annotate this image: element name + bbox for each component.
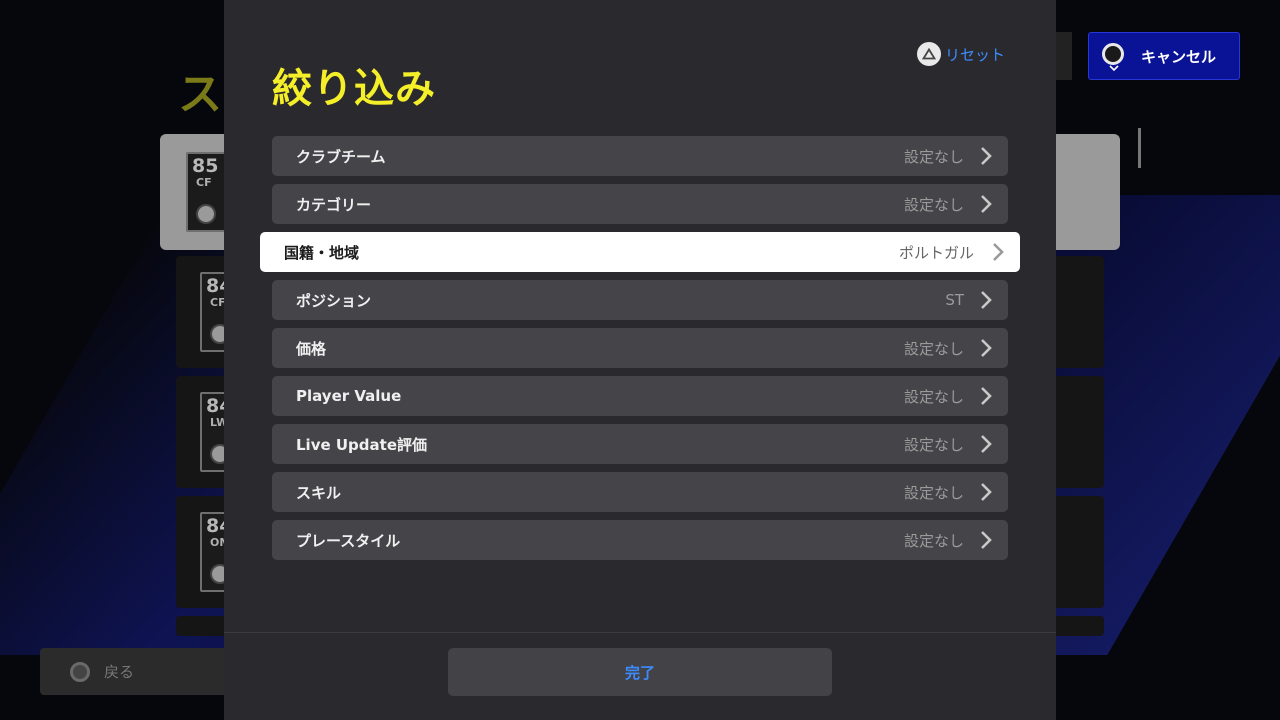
- done-button[interactable]: 完了: [448, 648, 832, 696]
- filter-value: 設定なし: [903, 483, 964, 502]
- filter-list: クラブチーム 設定なし カテゴリー 設定なし 国籍・地域 ポルトガル ポジション…: [260, 136, 1020, 568]
- filter-label: クラブチーム: [296, 147, 386, 166]
- filter-row-skill[interactable]: スキル 設定なし: [272, 472, 1008, 512]
- filter-value: 設定なし: [903, 387, 964, 406]
- filter-value: 設定なし: [903, 339, 964, 358]
- footer-divider: [224, 632, 1056, 633]
- circle-button-icon: [70, 661, 90, 682]
- filter-label: 価格: [296, 339, 327, 358]
- player-thumbnail: 85 CF: [186, 152, 228, 232]
- filter-label: スキル: [296, 483, 342, 502]
- chevron-right-icon: [981, 339, 992, 357]
- triangle-button-icon: [917, 42, 941, 66]
- filter-row-price[interactable]: 価格 設定なし: [272, 328, 1008, 368]
- chevron-right-icon: [993, 243, 1004, 261]
- filter-label: 国籍・地域: [284, 243, 360, 262]
- filter-label: プレースタイル: [296, 531, 401, 550]
- chevron-right-icon: [981, 291, 992, 309]
- cancel-label: キャンセル: [1141, 47, 1217, 66]
- reset-button[interactable]: リセット: [917, 42, 1005, 66]
- chevron-right-icon: [981, 195, 992, 213]
- filter-label: Live Update評価: [296, 435, 427, 454]
- filter-value: 設定なし: [903, 147, 964, 166]
- filter-row-live-update[interactable]: Live Update評価 設定なし: [272, 424, 1008, 464]
- background-header-strip: [1056, 32, 1072, 80]
- back-label: 戻る: [104, 663, 135, 681]
- filter-row-player-value[interactable]: Player Value 設定なし: [272, 376, 1008, 416]
- back-button[interactable]: 戻る: [40, 648, 230, 695]
- chevron-right-icon: [981, 147, 992, 165]
- filter-row-club-team[interactable]: クラブチーム 設定なし: [272, 136, 1008, 176]
- filter-row-playstyle[interactable]: プレースタイル 設定なし: [272, 520, 1008, 560]
- filter-row-nationality[interactable]: 国籍・地域 ポルトガル: [260, 232, 1020, 272]
- filter-modal: 絞り込み リセット クラブチーム 設定なし カテゴリー 設定なし 国籍・地域 ポ…: [224, 0, 1056, 720]
- reset-label: リセット: [945, 45, 1006, 64]
- filter-label: ポジション: [296, 291, 372, 310]
- background-title: ス: [178, 69, 224, 120]
- player-rating: 85: [192, 155, 219, 177]
- chevron-right-icon: [981, 531, 992, 549]
- cancel-button[interactable]: キャンセル: [1088, 32, 1240, 80]
- filter-value: ポルトガル: [898, 243, 974, 262]
- circle-button-icon: [1102, 43, 1128, 72]
- filter-value: ST: [945, 291, 964, 309]
- filter-row-position[interactable]: ポジション ST: [272, 280, 1008, 320]
- filter-label: カテゴリー: [296, 195, 372, 214]
- filter-row-category[interactable]: カテゴリー 設定なし: [272, 184, 1008, 224]
- filter-label: Player Value: [296, 387, 402, 405]
- chevron-right-icon: [981, 435, 992, 453]
- done-label: 完了: [624, 663, 655, 682]
- chevron-down-icon: [1109, 65, 1119, 72]
- modal-title: 絞り込み: [272, 66, 436, 112]
- player-position: CF: [196, 176, 212, 189]
- scrollbar: [1138, 128, 1141, 168]
- chevron-right-icon: [981, 483, 992, 501]
- filter-value: 設定なし: [903, 195, 964, 214]
- filter-value: 設定なし: [903, 435, 964, 454]
- filter-value: 設定なし: [903, 531, 964, 550]
- ball-icon: [196, 204, 216, 224]
- chevron-right-icon: [981, 387, 992, 405]
